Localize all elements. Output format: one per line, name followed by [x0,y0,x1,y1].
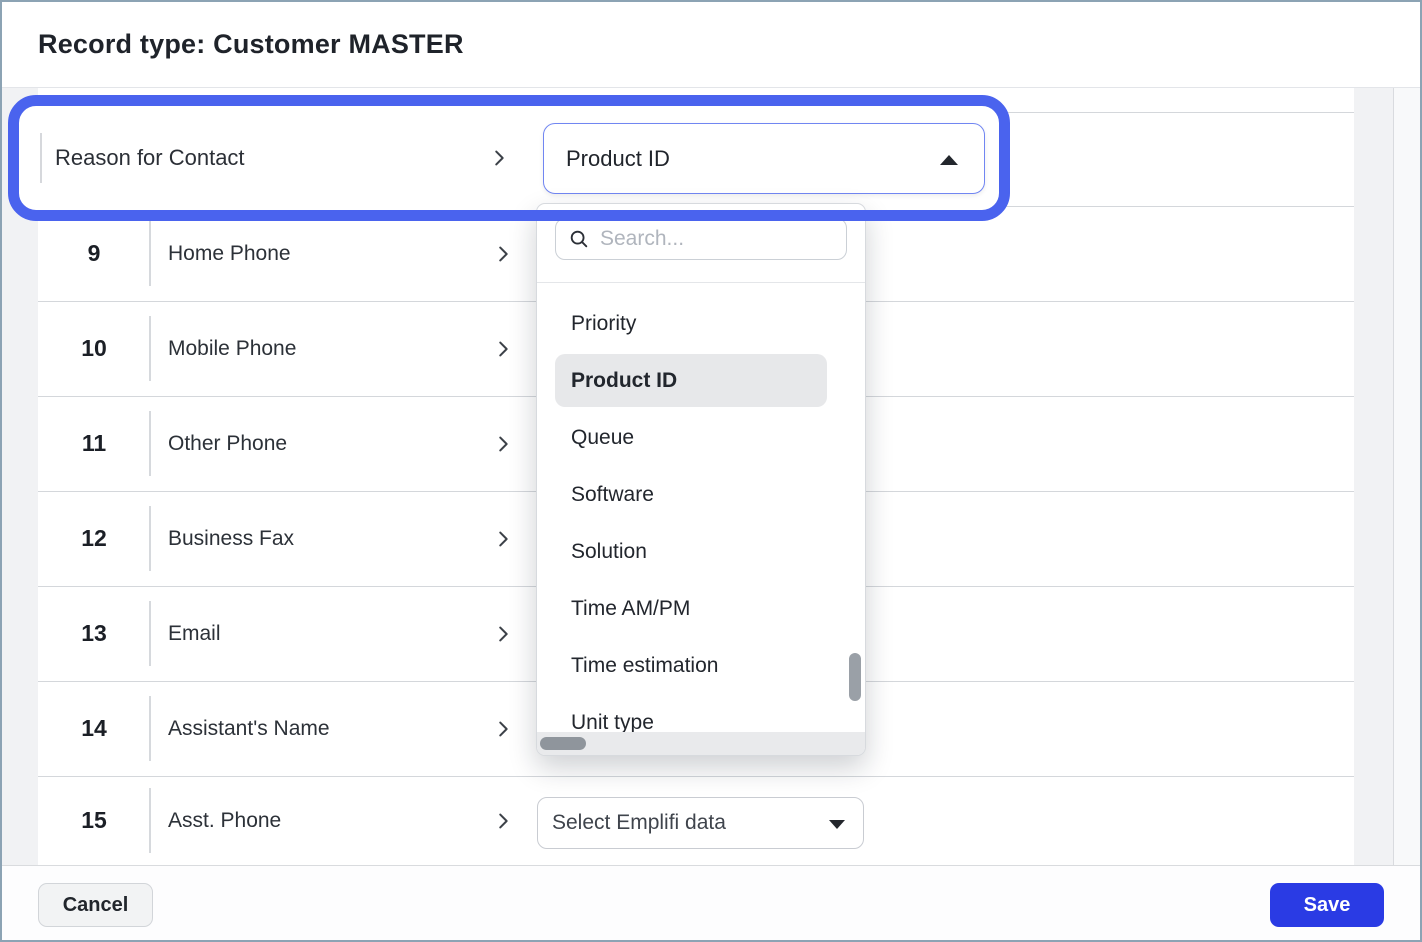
field-label: Other Phone [168,396,287,491]
option-queue[interactable]: Queue [537,409,865,466]
option-product-id-selected[interactable]: Product ID [555,354,827,407]
cancel-button[interactable]: Cancel [38,883,153,927]
panel-horizontal-scrollbar-thumb[interactable] [540,737,586,750]
dropdown-selected-value: Product ID [566,146,670,172]
option-solution[interactable]: Solution [537,523,865,580]
search-field[interactable] [555,218,847,260]
record-type-dialog: Record type: Customer MASTER 9 Home Phon… [0,0,1422,942]
row-number: 10 [38,301,150,396]
panel-horizontal-scrollbar-track[interactable] [537,732,865,755]
chevron-right-icon[interactable] [492,433,514,455]
caret-down-icon [829,820,845,829]
row-number: 11 [38,396,150,491]
column-divider [149,221,151,286]
chevron-right-icon[interactable] [492,810,514,832]
field-label: Email [168,586,221,681]
column-divider [149,506,151,571]
field-label: Asst. Phone [168,776,281,865]
option-time-estimation[interactable]: Time estimation [537,637,865,694]
chevron-right-icon[interactable] [492,243,514,265]
option-time-am-pm[interactable]: Time AM/PM [537,580,865,637]
row-number: 13 [38,586,150,681]
chevron-right-icon[interactable] [492,528,514,550]
vertical-divider [1393,88,1394,865]
row-number: 15 [38,776,150,865]
page-title: Record type: Customer MASTER [38,0,464,88]
chevron-right-icon[interactable] [492,718,514,740]
chevron-right-icon[interactable] [488,147,510,169]
chevron-right-icon[interactable] [492,623,514,645]
dialog-footer: Cancel Save [0,865,1422,942]
column-divider [40,133,42,183]
emplifi-select-value: Select Emplifi data [552,811,726,835]
emplifi-data-dropdown-trigger[interactable]: Product ID [543,123,985,194]
field-label: Business Fax [168,491,294,586]
column-divider [149,316,151,381]
vertical-scrollbar-track[interactable] [1394,88,1420,865]
option-priority[interactable]: Priority [537,295,865,352]
column-divider [149,601,151,666]
chevron-right-icon[interactable] [492,338,514,360]
field-label: Assistant's Name [168,681,330,776]
column-divider [149,788,151,853]
row-number: 14 [38,681,150,776]
search-icon [568,228,590,250]
panel-vertical-scrollbar-thumb[interactable] [849,653,861,701]
search-input[interactable] [600,219,840,259]
option-unit-type[interactable]: Unit type [537,694,865,735]
table-row-asst-phone: 15 Asst. Phone Select Emplifi data [38,776,1354,865]
save-button[interactable]: Save [1270,883,1384,927]
right-gutter [1354,88,1393,865]
highlighted-field-label: Reason for Contact [55,95,245,221]
dialog-header: Record type: Customer MASTER [0,0,1422,88]
column-divider [149,411,151,476]
column-divider [149,696,151,761]
field-label: Mobile Phone [168,301,296,396]
row-number: 12 [38,491,150,586]
dropdown-option-list: Priority Product ID Queue Software Solut… [537,283,865,735]
emplifi-data-select[interactable]: Select Emplifi data [537,797,864,849]
caret-up-icon [940,155,958,165]
dropdown-panel: Priority Product ID Queue Software Solut… [536,203,866,756]
option-software[interactable]: Software [537,466,865,523]
